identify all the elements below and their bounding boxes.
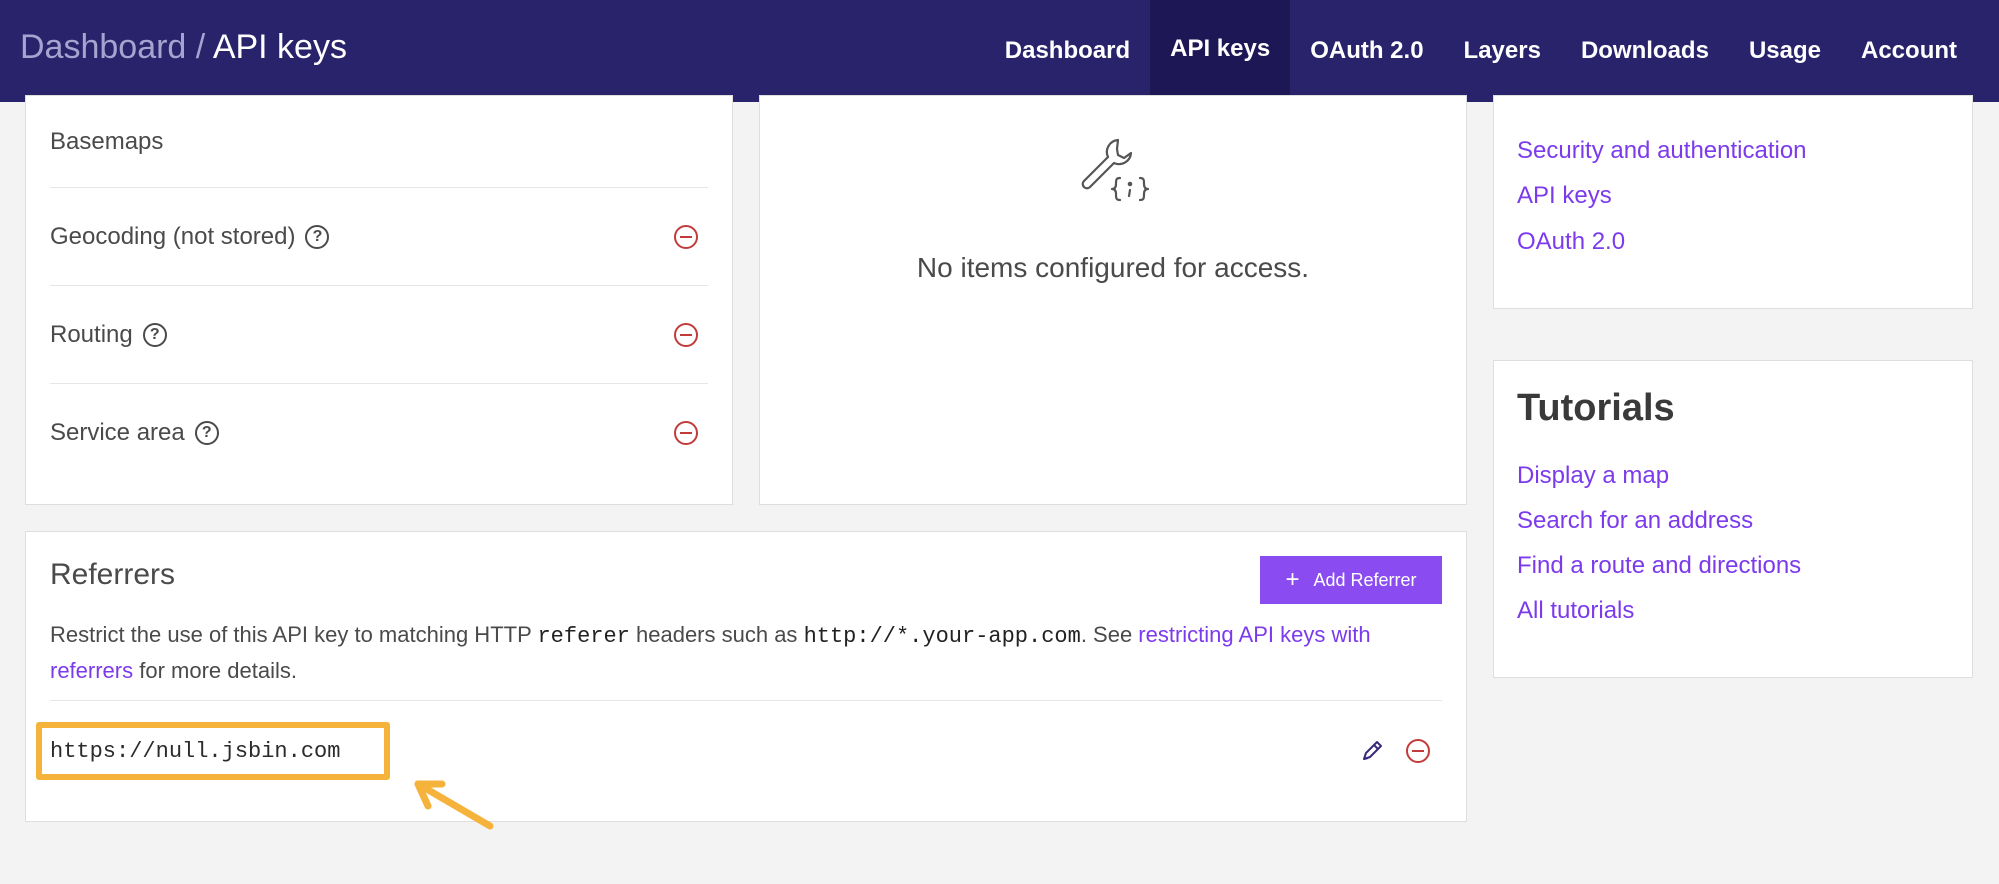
breadcrumb: Dashboard / API keys bbox=[20, 28, 347, 67]
desc-code: referer bbox=[537, 624, 630, 649]
add-referrer-label: Add Referrer bbox=[1313, 569, 1417, 590]
help-icon[interactable]: ? bbox=[194, 421, 219, 445]
nav-api-keys[interactable]: API keys bbox=[1150, 0, 1291, 102]
divider bbox=[50, 700, 1442, 701]
nav-dashboard[interactable]: Dashboard bbox=[985, 0, 1150, 102]
top-header: Dashboard / API keys Dashboard API keys … bbox=[0, 0, 1999, 102]
access-card: No items configured for access. bbox=[759, 95, 1467, 505]
tutorials-card: Tutorials Display a map Search for an ad… bbox=[1493, 360, 1973, 678]
desc-text: . See bbox=[1080, 622, 1139, 647]
edit-pencil-icon[interactable] bbox=[1358, 737, 1386, 765]
docs-links-card: Security and authentication API keys OAu… bbox=[1493, 95, 1973, 309]
service-row-geocoding: Geocoding (not stored) ? bbox=[50, 188, 708, 286]
desc-code: http://*.your-app.com bbox=[803, 624, 1081, 649]
link-security-authentication[interactable]: Security and authentication bbox=[1517, 137, 1807, 165]
breadcrumb-current: API keys bbox=[212, 28, 347, 66]
nav-account[interactable]: Account bbox=[1841, 0, 1977, 102]
nav-downloads[interactable]: Downloads bbox=[1561, 0, 1729, 102]
add-referrer-button[interactable]: + Add Referrer bbox=[1260, 556, 1442, 604]
link-api-keys[interactable]: API keys bbox=[1517, 182, 1612, 210]
help-icon[interactable]: ? bbox=[305, 225, 330, 249]
main-nav: Dashboard API keys OAuth 2.0 Layers Down… bbox=[985, 0, 1977, 102]
desc-text: headers such as bbox=[629, 622, 804, 647]
service-row-basemaps: Basemaps bbox=[50, 96, 708, 188]
remove-icon[interactable] bbox=[674, 225, 698, 249]
empty-access-message: No items configured for access. bbox=[916, 252, 1310, 283]
highlight-arrow-icon bbox=[414, 780, 494, 830]
remove-referrer-icon[interactable] bbox=[1406, 739, 1430, 763]
link-find-route[interactable]: Find a route and directions bbox=[1517, 552, 1801, 580]
service-label-wrap: Geocoding (not stored) ? bbox=[50, 188, 330, 286]
desc-text: Restrict the use of this API key to matc… bbox=[50, 622, 538, 647]
nav-layers[interactable]: Layers bbox=[1444, 0, 1561, 102]
plus-icon: + bbox=[1285, 566, 1300, 593]
link-all-tutorials[interactable]: All tutorials bbox=[1517, 597, 1634, 625]
nav-usage[interactable]: Usage bbox=[1729, 0, 1841, 102]
service-label-wrap: Service area ? bbox=[50, 384, 219, 482]
service-label: Basemaps bbox=[50, 128, 164, 155]
breadcrumb-parent[interactable]: Dashboard bbox=[20, 28, 186, 66]
referrer-value: https://null.jsbin.com bbox=[36, 722, 390, 780]
referrers-description: Restrict the use of this API key to matc… bbox=[50, 618, 1450, 688]
referrers-card: Referrers + Add Referrer Restrict the us… bbox=[25, 531, 1467, 822]
link-search-address[interactable]: Search for an address bbox=[1517, 507, 1753, 535]
service-label: Routing bbox=[50, 321, 133, 348]
service-row-routing: Routing ? bbox=[50, 286, 708, 384]
nav-oauth[interactable]: OAuth 2.0 bbox=[1290, 0, 1443, 102]
service-label: Service area bbox=[50, 419, 185, 446]
service-label-wrap: Routing ? bbox=[50, 286, 167, 384]
link-oauth[interactable]: OAuth 2.0 bbox=[1517, 228, 1625, 256]
services-card: Basemaps Geocoding (not stored) ? Routin… bbox=[25, 95, 733, 505]
service-row-service-area: Service area ? bbox=[50, 384, 708, 482]
breadcrumb-separator: / bbox=[186, 28, 213, 66]
service-label: Geocoding (not stored) bbox=[50, 223, 296, 250]
help-icon[interactable]: ? bbox=[142, 323, 167, 347]
desc-text: for more details. bbox=[133, 658, 297, 683]
referrers-title: Referrers bbox=[50, 558, 176, 591]
tutorials-title: Tutorials bbox=[1517, 387, 1675, 429]
wrench-code-icon bbox=[1081, 138, 1150, 202]
link-display-map[interactable]: Display a map bbox=[1517, 462, 1669, 490]
remove-icon[interactable] bbox=[674, 323, 698, 347]
remove-icon[interactable] bbox=[674, 421, 698, 445]
